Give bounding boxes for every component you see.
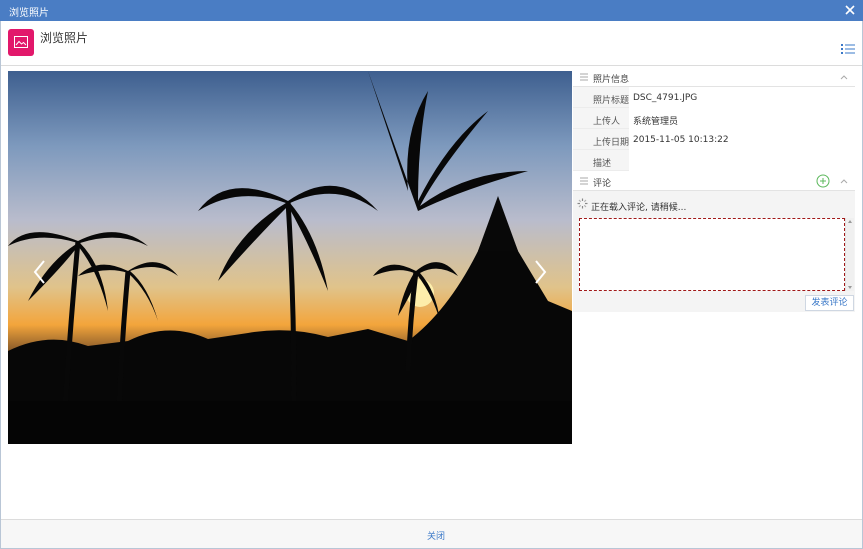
dialog-footer: 关闭 [1,519,862,548]
post-comment-button[interactable]: 发表评论 [805,295,854,311]
page-title: 浏览照片 [40,31,89,45]
collapse-icon[interactable] [839,72,849,82]
photo-viewer[interactable] [8,71,572,444]
info-label: 上传人 [593,117,621,127]
info-value: 系统管理员 [629,108,855,129]
dialog-header: 浏览照片 [1,21,862,66]
info-panel: 照片信息 照片标题 DSC_4791.JPG 上传人 系统管理员 上传日期 20… [573,67,855,312]
scroll-down-icon[interactable] [848,286,852,289]
collapse-icon[interactable] [839,176,849,186]
add-icon[interactable] [816,174,830,188]
drag-handle-icon [580,73,588,81]
close-icon[interactable] [843,3,857,17]
comments-header[interactable]: 评论 [573,171,855,191]
photo-info-title: 照片信息 [593,75,630,85]
photo-image [8,71,572,444]
chevron-right-icon[interactable] [528,257,552,287]
info-value: 2015-11-05 10:13:22 [629,129,855,150]
image-icon [8,29,34,56]
comment-scrollbar[interactable] [845,218,854,291]
info-row-uploader: 上传人 系统管理员 [573,108,855,129]
close-button[interactable]: 关闭 [427,529,445,542]
info-label: 描述 [593,159,612,169]
info-label: 照片标题 [593,96,630,106]
info-value: DSC_4791.JPG [629,87,855,108]
scroll-up-icon[interactable] [848,220,852,223]
info-value [629,150,855,171]
comments-body: 正在载入评论, 请稍候... 发表评论 [573,191,855,312]
photo-dialog: 浏览照片 照片信息 照片标题 DSC_4791.JPG 上传人 系统管理员 上传… [0,21,863,549]
info-row-date: 上传日期 2015-11-05 10:13:22 [573,129,855,150]
spinner-icon [577,198,588,209]
comment-input[interactable] [579,218,845,291]
comments-title: 评论 [593,179,612,189]
info-label: 上传日期 [593,138,630,148]
drag-handle-icon [580,177,588,185]
info-row-description: 描述 [573,150,855,171]
info-row-title: 照片标题 DSC_4791.JPG [573,87,855,108]
window-titlebar: 浏览照片 [0,0,863,21]
loading-text: 正在载入评论, 请稍候... [591,203,687,213]
photo-info-header[interactable]: 照片信息 [573,67,855,87]
list-icon[interactable] [841,43,855,55]
window-title: 浏览照片 [9,8,49,19]
chevron-left-icon[interactable] [28,257,52,287]
